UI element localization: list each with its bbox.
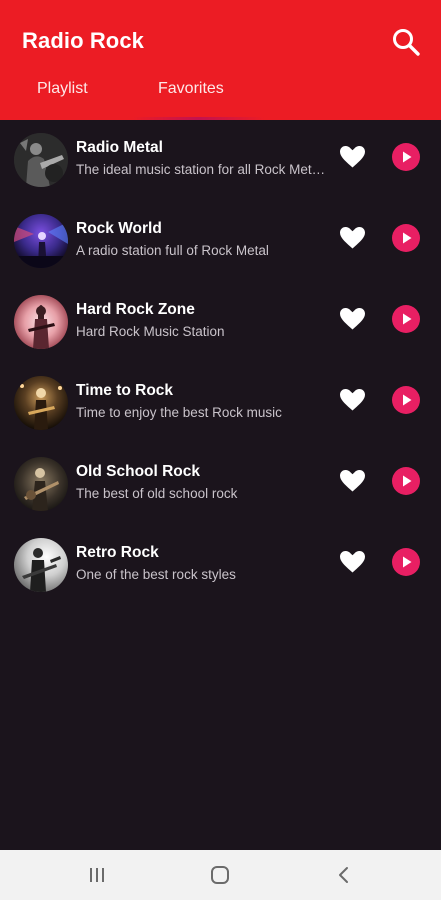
- tab-favorites[interactable]: Favorites: [158, 80, 224, 102]
- station-list: Radio Metal The ideal music station for …: [0, 120, 441, 606]
- recents-icon[interactable]: [86, 865, 108, 885]
- station-thumbnail: [14, 457, 68, 511]
- station-title: Rock World: [76, 220, 162, 237]
- station-row[interactable]: Rock World A radio station full of Rock …: [0, 201, 441, 282]
- back-icon[interactable]: [333, 865, 355, 885]
- station-description: The best of old school rock: [76, 486, 238, 501]
- heart-icon[interactable]: [340, 389, 365, 411]
- station-thumbnail: [14, 376, 68, 430]
- play-icon[interactable]: [392, 548, 420, 576]
- station-thumbnail: [14, 133, 68, 187]
- app-bar: Radio Rock Playlist Favorites: [0, 0, 441, 120]
- station-thumbnail: [14, 214, 68, 268]
- play-icon[interactable]: [392, 386, 420, 414]
- station-description: A radio station full of Rock Metal: [76, 243, 269, 258]
- station-description: Hard Rock Music Station: [76, 324, 225, 339]
- station-row[interactable]: Hard Rock Zone Hard Rock Music Station: [0, 282, 441, 363]
- station-title: Retro Rock: [76, 544, 159, 561]
- heart-icon[interactable]: [340, 146, 365, 168]
- heart-icon[interactable]: [340, 227, 365, 249]
- station-title: Hard Rock Zone: [76, 301, 195, 318]
- station-title: Radio Metal: [76, 139, 163, 156]
- heart-icon[interactable]: [340, 308, 365, 330]
- tab-playlist[interactable]: Playlist: [37, 80, 88, 102]
- station-row[interactable]: Old School Rock The best of old school r…: [0, 444, 441, 525]
- heart-icon[interactable]: [340, 470, 365, 492]
- app-title: Radio Rock: [22, 28, 145, 53]
- play-icon[interactable]: [392, 224, 420, 252]
- station-thumbnail: [14, 538, 68, 592]
- station-title: Time to Rock: [76, 382, 174, 399]
- station-row[interactable]: Retro Rock One of the best rock styles: [0, 525, 441, 606]
- station-description: One of the best rock styles: [76, 567, 236, 582]
- home-icon[interactable]: [209, 865, 231, 885]
- station-row[interactable]: Radio Metal The ideal music station for …: [0, 120, 441, 201]
- station-description: Time to enjoy the best Rock music: [76, 405, 282, 420]
- station-description: The ideal music station for all Rock Met…: [76, 162, 328, 177]
- station-title: Old School Rock: [76, 463, 201, 480]
- station-thumbnail: [14, 295, 68, 349]
- system-nav-bar: [0, 850, 441, 900]
- play-icon[interactable]: [392, 467, 420, 495]
- station-row[interactable]: Time to Rock Time to enjoy the best Rock…: [0, 363, 441, 444]
- heart-icon[interactable]: [340, 551, 365, 573]
- play-icon[interactable]: [392, 305, 420, 333]
- search-icon[interactable]: [390, 26, 422, 58]
- play-icon[interactable]: [392, 143, 420, 171]
